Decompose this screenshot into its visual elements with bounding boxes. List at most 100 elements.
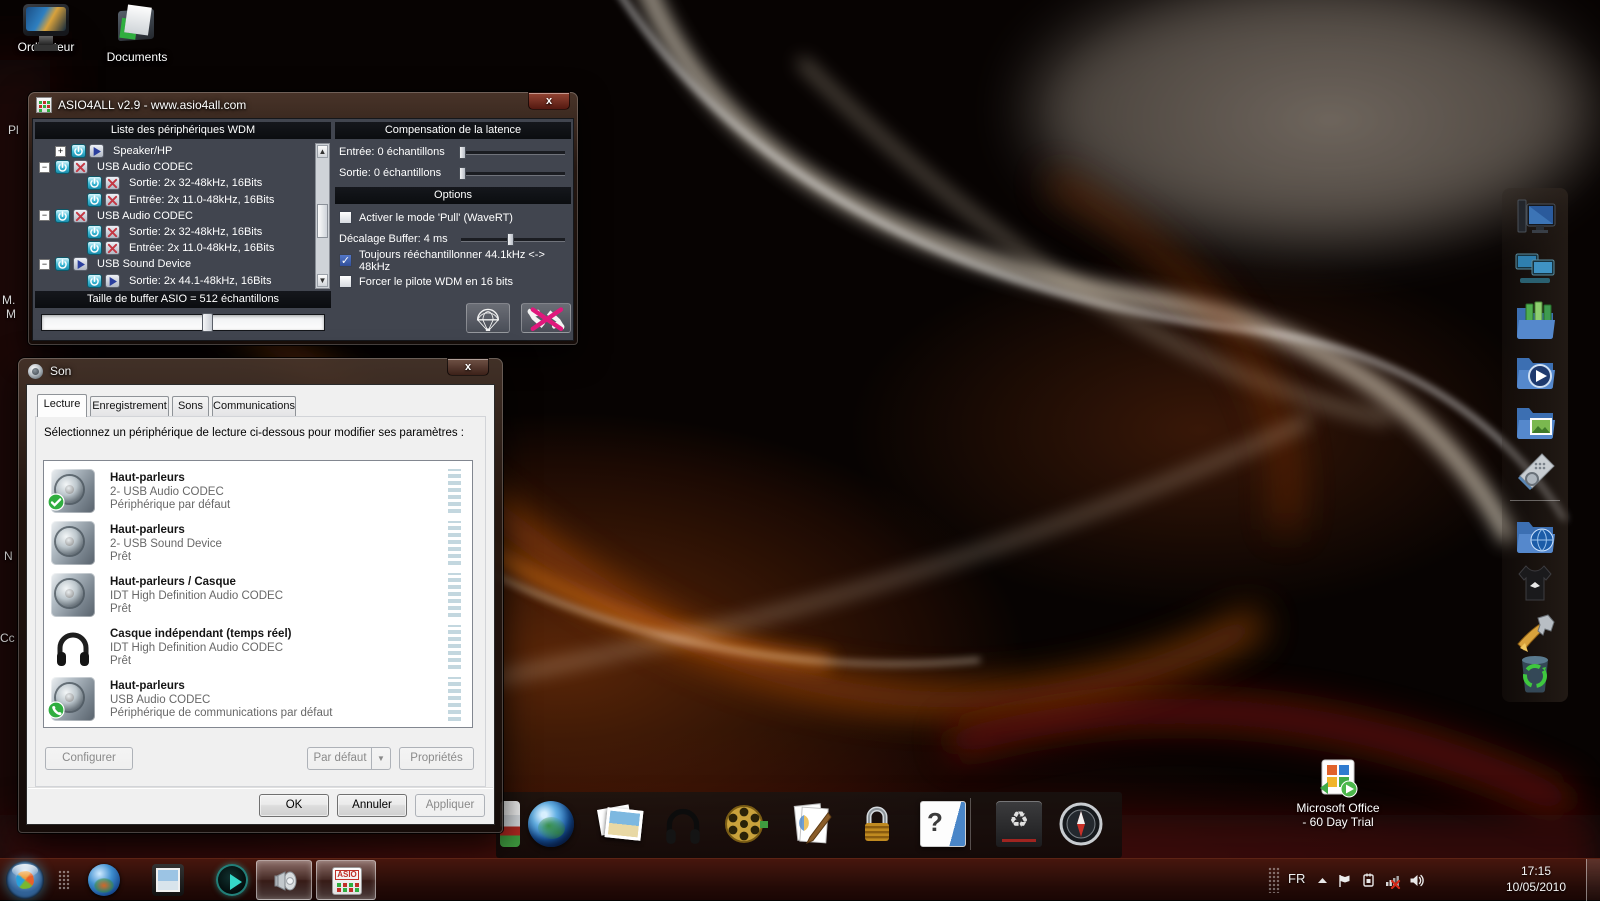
asio4all-close-button[interactable]: x	[528, 92, 570, 110]
parachute-icon-button[interactable]	[466, 303, 510, 333]
device-unavailable-x-icon[interactable]	[105, 225, 120, 239]
latency-input-slider[interactable]	[461, 151, 565, 154]
ok-button[interactable]: OK	[259, 794, 329, 817]
device-enable-power-icon[interactable]	[87, 193, 102, 207]
tab-communications[interactable]: Communications	[212, 396, 296, 416]
tab-enregistrement[interactable]: Enregistrement	[90, 396, 169, 416]
right-dock-icon-library-books[interactable]	[1512, 296, 1558, 342]
option-resample[interactable]: ✓ Toujours rééchantillonner 44.1kHz <-> …	[339, 253, 569, 268]
device-enable-power-icon[interactable]	[71, 144, 86, 158]
scroll-down-arrow[interactable]: ▼	[317, 274, 328, 287]
device-unavailable-x-icon[interactable]	[105, 193, 120, 207]
dock-icon-photos[interactable]	[596, 801, 642, 847]
tab-sons[interactable]: Sons	[172, 396, 209, 416]
right-dock-icon-t-shirt[interactable]	[1512, 560, 1558, 606]
taskbar-app-media-player[interactable]	[216, 864, 248, 896]
device-enable-power-icon[interactable]	[87, 225, 102, 239]
scroll-up-arrow[interactable]: ▲	[317, 145, 328, 158]
device-enable-power-icon[interactable]	[87, 176, 102, 190]
dock-icon-compass[interactable]	[1058, 801, 1104, 847]
device-tree-row[interactable]: −USB Audio CODEC	[35, 159, 313, 175]
device-unavailable-x-icon[interactable]	[105, 241, 120, 255]
latency-output-thumb[interactable]	[459, 167, 466, 180]
taskbar-window-asio4all[interactable]: ASIO	[316, 860, 376, 900]
device-tree-row[interactable]: −USB Sound Device	[35, 256, 313, 272]
device-active-play-icon[interactable]	[105, 274, 120, 288]
tray-flag-icon[interactable]	[1336, 872, 1353, 889]
language-indicator[interactable]: FR	[1288, 871, 1305, 886]
buffer-slider-thumb[interactable]	[202, 313, 213, 332]
sound-dialog-close-button[interactable]: x	[447, 358, 489, 376]
tray-network-error-icon[interactable]	[1384, 872, 1401, 889]
device-enable-power-icon[interactable]	[55, 257, 70, 271]
latency-compensation-header: Compensation de la latence	[335, 122, 571, 139]
desktop-icon-documents[interactable]: Documents	[94, 4, 180, 64]
cancel-button[interactable]: Annuler	[337, 794, 407, 817]
dock-icon-hidden-app[interactable]	[500, 801, 520, 847]
device-tree-row[interactable]: +Speaker/HP	[35, 143, 313, 159]
clock[interactable]: 17:15 10/05/2010	[1496, 863, 1576, 895]
device-tree-scrollbar[interactable]: ▲ ▼	[315, 143, 330, 289]
asio-buffer-size-slider[interactable]	[41, 314, 325, 331]
option-force-16bit[interactable]: Forcer le pilote WDM en 16 bits	[339, 274, 569, 289]
asio4all-titlebar[interactable]: ASIO4ALL v2.9 - www.asio4all.com	[28, 92, 578, 118]
latency-output-slider[interactable]	[461, 172, 565, 175]
dock-icon-padlock[interactable]	[854, 801, 900, 847]
device-active-play-icon[interactable]	[89, 144, 104, 158]
right-dock-icon-control-device[interactable]	[1512, 446, 1558, 492]
buffer-offset-thumb[interactable]	[507, 233, 514, 246]
sound-dialog-titlebar[interactable]: Son	[18, 358, 503, 384]
dock-icon-headphones[interactable]	[660, 801, 706, 847]
resample-checkbox[interactable]: ✓	[339, 254, 352, 267]
device-tree-row[interactable]: Sortie: 2x 32-48kHz, 16Bits	[35, 175, 313, 191]
right-dock-icon-recycle-full[interactable]	[1512, 648, 1558, 694]
device-tree-row[interactable]: Entrée: 2x 11.0-48kHz, 16Bits	[35, 192, 313, 208]
device-active-play-icon[interactable]	[73, 257, 88, 271]
device-tree-row[interactable]: Entrée: 2x 11.0-48kHz, 16Bits	[35, 240, 313, 256]
dock-icon-earth-globe[interactable]	[528, 801, 574, 847]
device-enable-power-icon[interactable]	[55, 209, 70, 223]
scrollbar-thumb[interactable]	[317, 204, 328, 238]
collapse-minus-icon[interactable]: −	[39, 162, 50, 173]
tab-lecture[interactable]: Lecture	[37, 394, 87, 417]
desktop-icon-ms-office[interactable]: Microsoft Office - 60 Day Trial	[1288, 758, 1388, 829]
collapse-minus-icon[interactable]: −	[39, 259, 50, 270]
apply-button[interactable]: Appliquer	[415, 794, 485, 817]
dock-icon-help[interactable]	[920, 801, 966, 847]
device-tree-row[interactable]: Sortie: 2x 44.1-48kHz, 16Bits	[35, 273, 313, 289]
expand-plus-icon[interactable]: +	[55, 146, 66, 157]
device-unavailable-x-icon[interactable]	[73, 209, 88, 223]
dock-icon-documents-pen[interactable]	[788, 801, 834, 847]
taskbar-app-browser[interactable]	[88, 864, 120, 896]
dock-icon-recycle-bin[interactable]	[996, 801, 1042, 847]
dock-icon-film-reel[interactable]	[722, 801, 768, 847]
show-desktop-button[interactable]	[1586, 859, 1600, 901]
collapse-minus-icon[interactable]: −	[39, 210, 50, 221]
taskbar-app-photo-viewer[interactable]	[152, 864, 184, 896]
right-dock-icon-pictures-folder[interactable]	[1512, 396, 1558, 442]
tray-chevron-up-icon[interactable]	[1314, 872, 1331, 889]
force-16bit-checkbox[interactable]	[339, 275, 352, 288]
taskbar-window-sound[interactable]	[256, 860, 312, 900]
latency-input-thumb[interactable]	[459, 146, 466, 159]
right-dock-icon-network-computers[interactable]	[1512, 246, 1558, 292]
device-tree-row[interactable]: −USB Audio CODEC	[35, 208, 313, 224]
desktop-icon-ordinateur[interactable]: Ordinateur	[3, 4, 89, 54]
right-dock-icon-web-folder[interactable]	[1512, 510, 1558, 556]
buffer-offset-slider[interactable]	[461, 238, 565, 241]
device-tree-row[interactable]: Sortie: 2x 32-48kHz, 16Bits	[35, 224, 313, 240]
start-button[interactable]	[6, 861, 44, 899]
tray-power-plug-icon[interactable]	[1360, 872, 1377, 889]
device-unavailable-x-icon[interactable]	[105, 176, 120, 190]
tray-volume-icon[interactable]	[1408, 872, 1425, 889]
device-unavailable-x-icon[interactable]	[73, 160, 88, 174]
pull-mode-checkbox[interactable]	[339, 211, 352, 224]
device-enable-power-icon[interactable]	[87, 274, 102, 288]
right-dock-icon-media-folder[interactable]	[1512, 346, 1558, 392]
right-dock-icon-computer[interactable]	[1512, 196, 1558, 242]
device-enable-power-icon[interactable]	[55, 160, 70, 174]
office-icon	[1316, 758, 1360, 798]
option-pull-mode[interactable]: Activer le mode 'Pull' (WaveRT)	[339, 210, 569, 225]
device-enable-power-icon[interactable]	[87, 241, 102, 255]
wrench-x-icon-button[interactable]	[521, 303, 571, 333]
